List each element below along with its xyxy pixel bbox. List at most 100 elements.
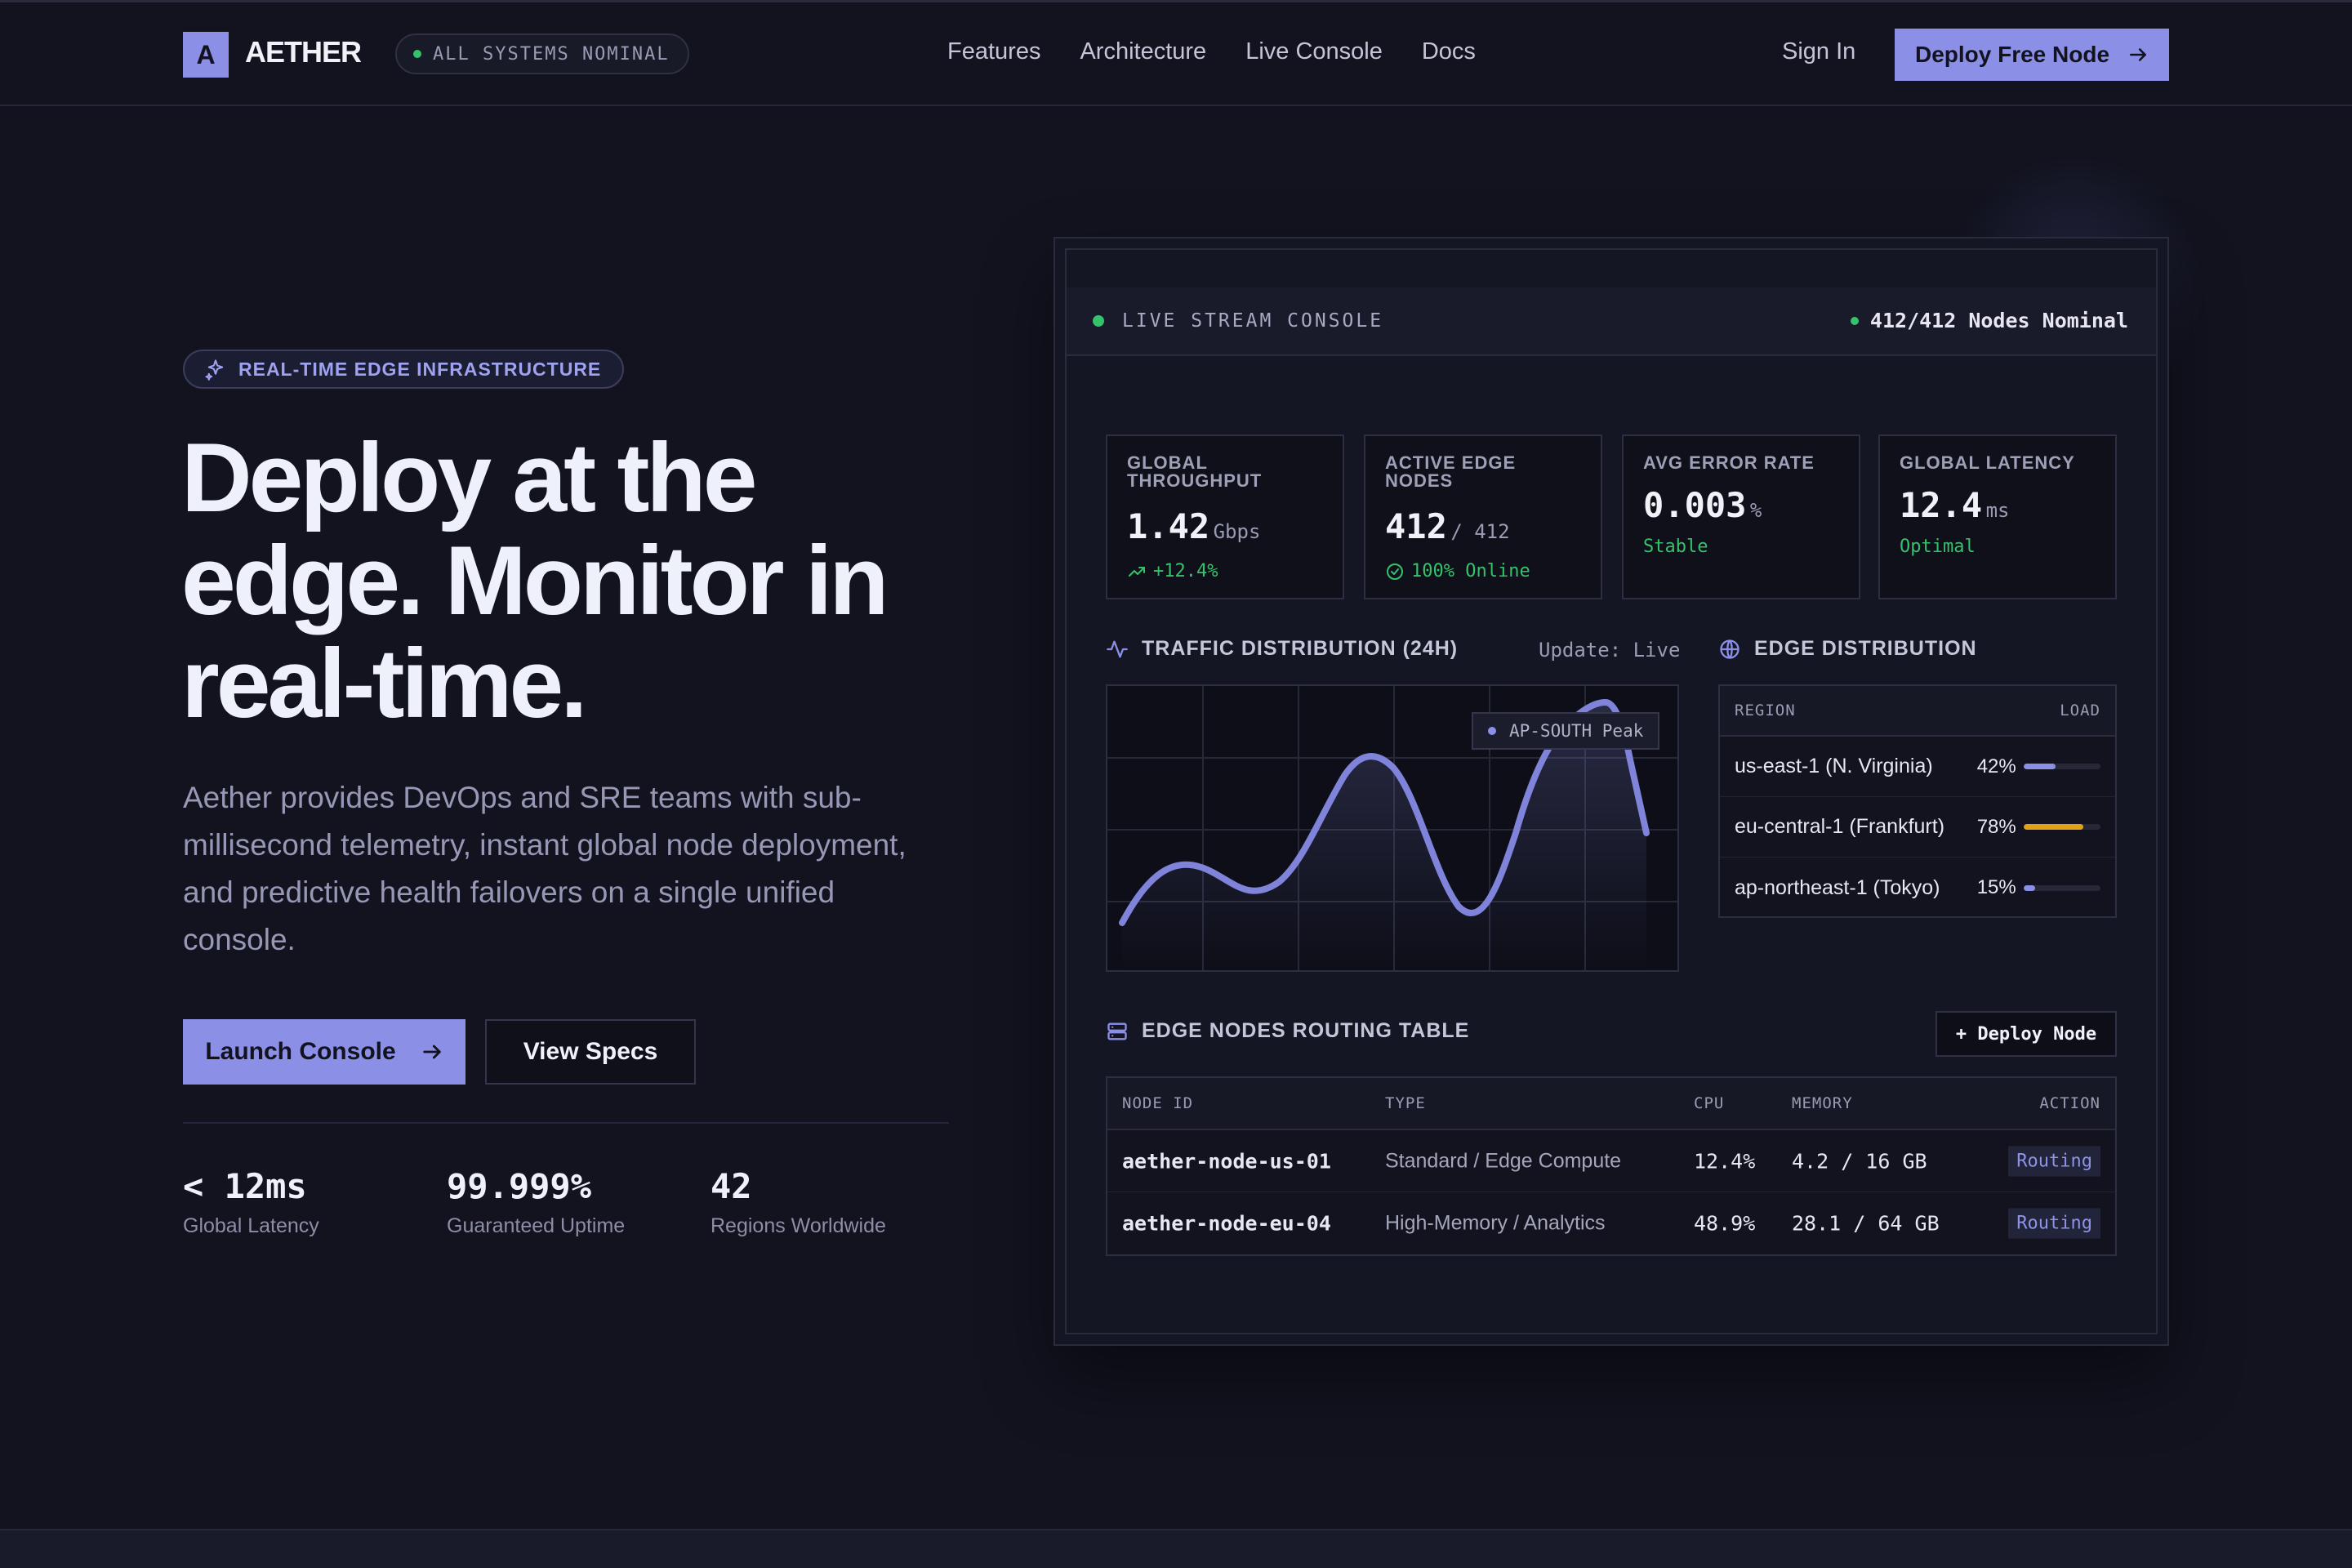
metric-card-latency: GLOBAL LATENCY 12.4 ms Optimal xyxy=(1878,434,2117,599)
hero-title-line-3: real-time. xyxy=(181,629,588,738)
system-status-pill: ALL SYSTEMS NOMINAL xyxy=(395,33,689,74)
nav-link-features[interactable]: Features xyxy=(947,38,1040,65)
metric-unit: / 412 xyxy=(1450,520,1510,543)
nodes-status-dot-icon xyxy=(1850,316,1859,325)
metric-sub: +12.4% xyxy=(1127,561,1323,581)
console-header: LIVE STREAM CONSOLE 412/412 Nodes Nomina… xyxy=(1067,287,2156,356)
metric-value: 412 xyxy=(1385,506,1447,546)
hero-stat-value: 99.999% xyxy=(447,1166,592,1206)
edge-distribution-title: EDGE DISTRIBUTION xyxy=(1718,637,1977,661)
hero-stat-value: < 12ms xyxy=(183,1166,307,1206)
edge-distribution-table: REGION LOAD us-east-1 (N. Virginia) 42% … xyxy=(1718,684,2117,918)
peak-tooltip: AP-SOUTH Peak xyxy=(1472,712,1660,750)
hero-divider xyxy=(183,1122,949,1124)
routing-table-title: EDGE NODES ROUTING TABLE xyxy=(1106,1019,1469,1043)
node-id: aether-node-us-01 xyxy=(1122,1149,1331,1173)
node-type: High-Memory / Analytics xyxy=(1385,1211,1606,1235)
metric-title: AVG ERROR RATE xyxy=(1643,452,1815,473)
region-row[interactable]: us-east-1 (N. Virginia) 42% xyxy=(1720,737,2115,797)
metric-card-throughput: GLOBAL THROUGHPUT 1.42 Gbps +12.4% xyxy=(1106,434,1344,599)
metric-title: GLOBAL LATENCY xyxy=(1900,452,2075,473)
node-cpu: 48.9% xyxy=(1694,1211,1756,1236)
deploy-free-node-button[interactable]: Deploy Free Node xyxy=(1895,29,2169,81)
hero-stat-label: Global Latency xyxy=(183,1214,319,1237)
load-bar-fill xyxy=(2023,824,2084,830)
globe-icon xyxy=(1720,639,1740,659)
load-bar xyxy=(2023,884,2100,891)
activity-icon xyxy=(1107,640,1128,657)
metric-card-active-nodes: ACTIVE EDGE NODES 412 / 412 100% Online xyxy=(1364,434,1602,599)
nodes-status: 412/412 Nodes Nominal xyxy=(1850,309,2128,332)
top-nav: A AETHER ALL SYSTEMS NOMINAL Features Ar… xyxy=(0,0,2352,106)
deploy-free-node-label: Deploy Free Node xyxy=(1914,42,2110,67)
sign-in-link[interactable]: Sign In xyxy=(1782,38,1855,65)
load-bar xyxy=(2023,764,2100,769)
nav-link-docs[interactable]: Docs xyxy=(1422,38,1476,65)
logo-mark[interactable]: A xyxy=(183,32,229,78)
sparkle-icon xyxy=(205,359,224,381)
console-label-text: LIVE STREAM CONSOLE xyxy=(1122,310,1384,332)
nodes-status-text: 412/412 Nodes Nominal xyxy=(1869,309,2128,332)
hero-description-line-2: millisecond telemetry, instant global no… xyxy=(183,828,906,862)
node-type: Standard / Edge Compute xyxy=(1385,1149,1622,1172)
view-specs-button[interactable]: View Specs xyxy=(485,1019,696,1085)
table-row[interactable]: aether-node-eu-04 High-Memory / Analytic… xyxy=(1107,1192,2115,1254)
update-status: Update: Live xyxy=(1539,639,1681,662)
brand-name[interactable]: AETHER xyxy=(245,35,362,69)
hero-badge: REAL-TIME EDGE INFRASTRUCTURE xyxy=(183,350,625,389)
hero-description-line-3: and predictive health failovers on a sin… xyxy=(183,875,835,909)
node-memory: 4.2 / 16 GB xyxy=(1792,1149,1927,1173)
check-circle-icon xyxy=(1387,563,1403,580)
hero-badge-text: REAL-TIME EDGE INFRASTRUCTURE xyxy=(238,358,602,380)
footer-strip xyxy=(0,1529,2352,1568)
hero-description-line-4: console. xyxy=(183,923,296,956)
deploy-node-button[interactable]: + Deploy Node xyxy=(1936,1011,2117,1057)
peak-dot-icon xyxy=(1488,727,1496,735)
load-bar-fill xyxy=(2023,764,2056,769)
node-cpu: 12.4% xyxy=(1694,1149,1756,1173)
launch-console-button[interactable]: Launch Console xyxy=(183,1019,466,1085)
metric-title: GLOBAL THROUGHPUT xyxy=(1127,452,1263,491)
system-status-text: ALL SYSTEMS NOMINAL xyxy=(433,43,670,65)
traffic-distribution-title: TRAFFIC DISTRIBUTION (24H) xyxy=(1106,637,1458,661)
metric-sub: 100% Online xyxy=(1385,561,1581,581)
hero-title-line-2: edge. Monitor in xyxy=(181,526,889,635)
trending-up-icon xyxy=(1129,566,1145,577)
server-icon xyxy=(1107,1022,1127,1040)
routing-table: NODE ID TYPE CPU MEMORY ACTION aether-no… xyxy=(1106,1076,2117,1256)
hero-stat-uptime: 99.999% Guaranteed Uptime xyxy=(447,1166,625,1238)
load-bar-fill xyxy=(2023,884,2035,891)
hero-stat-latency: < 12ms Global Latency xyxy=(183,1166,319,1238)
hero-stat-value: 42 xyxy=(710,1166,752,1206)
status-dot-icon xyxy=(413,50,421,58)
hero-stat-label: Guaranteed Uptime xyxy=(447,1214,626,1237)
hero-stat-label: Regions Worldwide xyxy=(710,1214,886,1237)
metric-value: 0.003 xyxy=(1643,485,1747,525)
metric-sub: Optimal xyxy=(1900,537,1976,557)
live-dot-icon xyxy=(1093,315,1104,327)
nav-link-architecture[interactable]: Architecture xyxy=(1080,38,1206,65)
hero-title-line-1: Deploy at the xyxy=(181,423,757,532)
metric-title: ACTIVE EDGE NODES xyxy=(1385,452,1517,491)
console-label: LIVE STREAM CONSOLE xyxy=(1093,310,1383,332)
arrow-right-icon xyxy=(422,1045,441,1059)
launch-console-label: Launch Console xyxy=(205,1038,396,1065)
metric-unit: Gbps xyxy=(1213,520,1261,543)
table-row[interactable]: aether-node-us-01 Standard / Edge Comput… xyxy=(1107,1130,2115,1192)
routing-status-badge[interactable]: Routing xyxy=(2008,1208,2100,1239)
region-table-header: REGION LOAD xyxy=(1720,686,2115,737)
region-row[interactable]: eu-central-1 (Frankfurt) 78% xyxy=(1720,797,2115,858)
routing-status-badge[interactable]: Routing xyxy=(2008,1146,2100,1176)
nav-link-live-console[interactable]: Live Console xyxy=(1245,38,1383,65)
metric-unit: ms xyxy=(1985,499,2010,522)
node-id: aether-node-eu-04 xyxy=(1122,1211,1331,1236)
metric-value: 1.42 xyxy=(1127,506,1210,546)
metric-sub: Stable xyxy=(1643,537,1708,557)
hero-title: Deploy at the edge. Monitor in real-time… xyxy=(181,426,998,735)
arrow-right-icon xyxy=(2130,48,2146,61)
nav-links: Features Architecture Live Console Docs xyxy=(947,38,1476,65)
routing-table-header: NODE ID TYPE CPU MEMORY ACTION xyxy=(1107,1078,2115,1130)
region-row[interactable]: ap-northeast-1 (Tokyo) 15% xyxy=(1720,858,2115,918)
metric-unit: % xyxy=(1749,499,1762,522)
load-bar xyxy=(2023,824,2100,830)
